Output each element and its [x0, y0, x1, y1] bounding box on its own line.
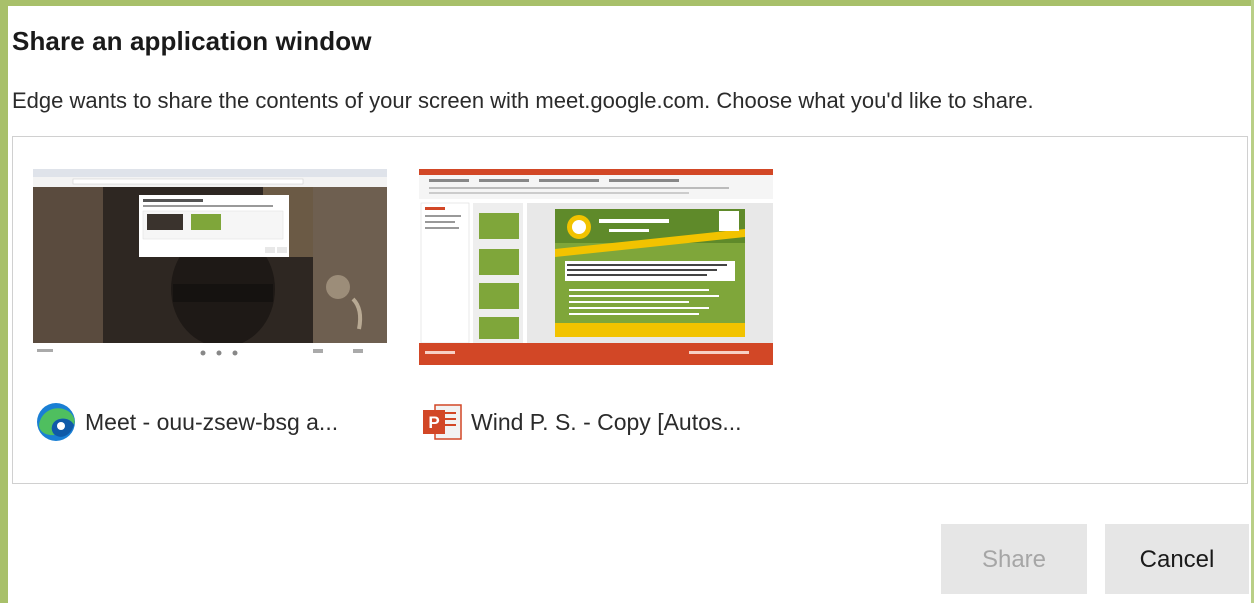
powerpoint-icon: P — [421, 401, 463, 443]
window-option-label: Meet - ouu-zsew-bsg a... — [35, 401, 338, 443]
share-button[interactable]: Share — [941, 524, 1087, 594]
window-option-title: Meet - ouu-zsew-bsg a... — [85, 408, 339, 435]
dialog-description: Edge wants to share the contents of your… — [12, 88, 1034, 113]
window-thumbnail-powerpoint — [419, 169, 773, 365]
window-option-label: P Wind P. S. - Copy [Autos... — [421, 401, 742, 443]
window-thumbnail-meet — [33, 169, 387, 365]
cancel-button[interactable]: Cancel — [1105, 524, 1249, 594]
window-frame-left — [0, 0, 8, 603]
window-option-meet[interactable]: Meet - ouu-zsew-bsg a... — [31, 169, 391, 449]
window-frame-top — [0, 0, 1254, 6]
dialog-title: Share an application window — [12, 26, 372, 56]
window-option-title: Wind P. S. - Copy [Autos... — [471, 408, 742, 435]
window-option-powerpoint[interactable]: P Wind P. S. - Copy [Autos... — [417, 169, 777, 449]
window-picker-list: Meet - ouu-zsew-bsg a... P Wind P. S. - … — [12, 136, 1248, 484]
svg-text:P: P — [428, 413, 439, 432]
edge-icon — [35, 401, 77, 443]
